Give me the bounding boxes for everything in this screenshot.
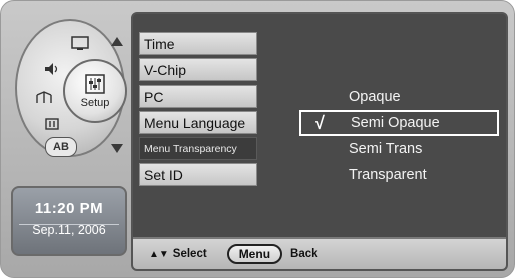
dial-up-arrow-icon[interactable]	[111, 37, 123, 46]
antenna-icon[interactable]	[31, 87, 57, 107]
setup-panel: Time V-Chip PC Menu Language Menu Transp…	[131, 12, 508, 271]
menu-button[interactable]: Menu	[226, 244, 283, 264]
menu-item-label: Menu Transparency	[144, 143, 237, 155]
transparency-options: Opaque √ Semi Opaque Semi Trans Transpar…	[299, 84, 499, 188]
menu-item-label: Menu Language	[144, 115, 246, 131]
setup-menu-list: Time V-Chip PC Menu Language Menu Transp…	[139, 32, 257, 189]
parental-icon[interactable]	[39, 113, 65, 133]
ab-language-icon[interactable]: AB	[45, 137, 77, 157]
dial-down-arrow-icon[interactable]	[111, 144, 123, 153]
option-transparent[interactable]: Transparent	[299, 162, 499, 188]
menu-item-v-chip[interactable]: V-Chip	[139, 58, 257, 81]
menu-item-set-id[interactable]: Set ID	[139, 163, 257, 186]
menu-item-label: V-Chip	[144, 62, 187, 78]
option-label: Semi Trans	[349, 141, 423, 157]
menu-item-time[interactable]: Time	[139, 32, 257, 55]
help-bar: ▲▼ Select Menu Back	[133, 237, 506, 269]
option-semi-trans[interactable]: Semi Trans	[299, 136, 499, 162]
option-label: Opaque	[349, 89, 401, 105]
setup-menu-icon	[85, 74, 105, 94]
clock-date: Sep.11, 2006	[32, 223, 106, 237]
speaker-icon[interactable]	[39, 59, 65, 79]
ab-label: AB	[53, 141, 69, 153]
up-down-arrows-icon: ▲▼	[149, 248, 169, 260]
option-label: Transparent	[349, 167, 427, 183]
screen-icon[interactable]	[67, 33, 93, 53]
option-semi-opaque[interactable]: √ Semi Opaque	[299, 110, 499, 136]
back-hint: Back	[290, 248, 318, 260]
menu-item-label: Time	[144, 36, 175, 52]
clock-display: 11:20 PM Sep.11, 2006	[11, 186, 127, 256]
menu-item-label: Set ID	[144, 167, 183, 183]
menu-item-menu-language[interactable]: Menu Language	[139, 111, 257, 134]
tv-menu-frame: AB Setup 11:20 PM Sep.11, 2006 Time V-Ch…	[0, 0, 515, 278]
setup-button[interactable]: Setup	[63, 59, 127, 123]
menu-item-label: PC	[144, 89, 164, 105]
checkmark-icon: √	[315, 113, 325, 133]
menu-item-menu-transparency[interactable]: Menu Transparency	[139, 137, 257, 160]
option-label: Semi Opaque	[351, 115, 440, 131]
setup-label: Setup	[80, 97, 110, 109]
select-hint: Select	[172, 248, 207, 260]
clock-divider	[19, 224, 119, 225]
option-opaque[interactable]: Opaque	[299, 84, 499, 110]
menu-item-pc[interactable]: PC	[139, 85, 257, 108]
navigation-dial[interactable]: AB Setup	[7, 9, 132, 169]
clock-time: 11:20 PM	[34, 200, 104, 217]
